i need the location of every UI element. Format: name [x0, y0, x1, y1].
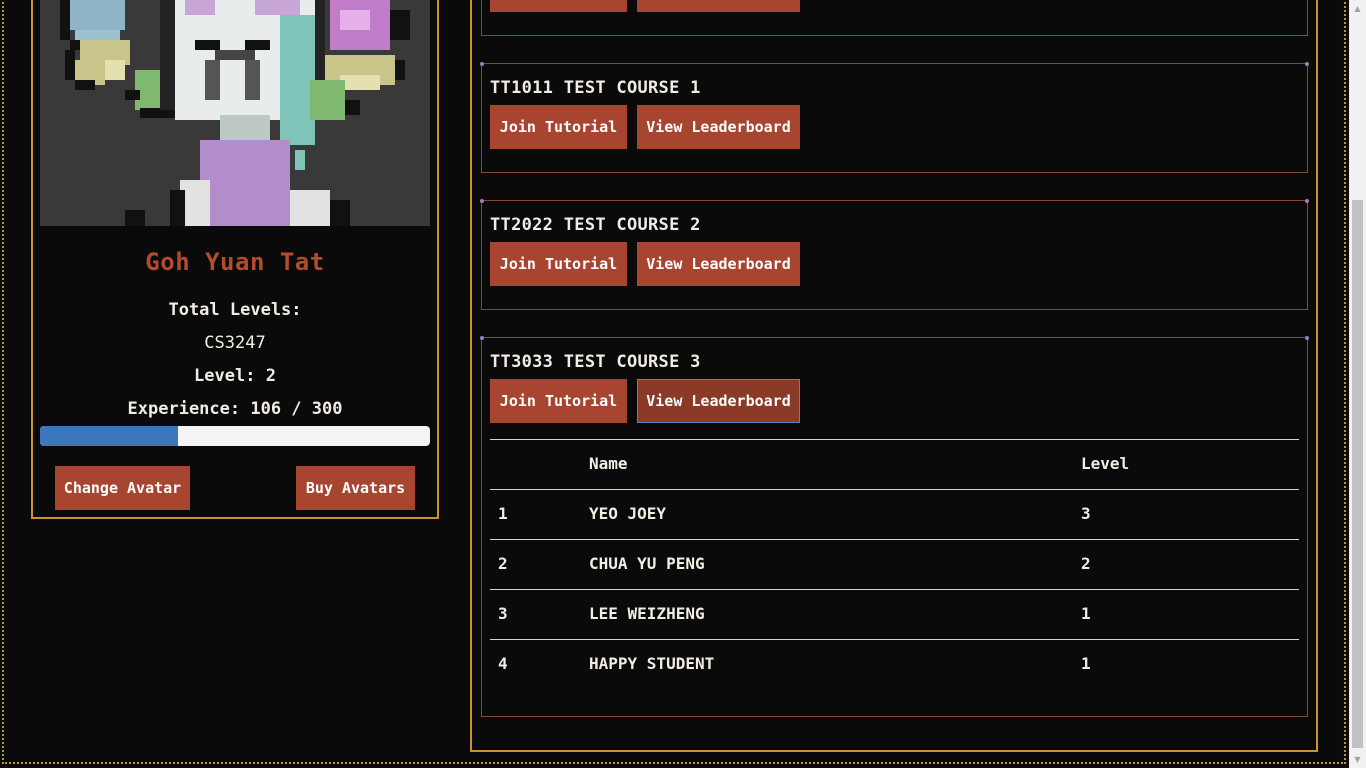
row-rank: 1 — [498, 504, 508, 523]
row-name: YEO JOEY — [589, 504, 667, 523]
view-leaderboard-button-partial[interactable] — [637, 0, 800, 12]
course-code: CS3247 — [204, 333, 266, 353]
row-rank: 2 — [498, 554, 508, 573]
table-divider — [490, 489, 1299, 490]
level-text: Level: 2 — [194, 366, 276, 386]
view-leaderboard-button[interactable]: View Leaderboard — [637, 105, 800, 149]
row-level: 1 — [1081, 654, 1091, 673]
join-tutorial-button[interactable]: Join Tutorial — [490, 379, 627, 423]
table-divider — [490, 589, 1299, 590]
join-tutorial-button[interactable]: Join Tutorial — [490, 242, 627, 286]
row-level: 1 — [1081, 604, 1091, 623]
row-name: CHUA YU PENG — [589, 554, 705, 573]
table-divider — [490, 639, 1299, 640]
table-divider — [490, 539, 1299, 540]
row-level: 2 — [1081, 554, 1091, 573]
experience-progress-fill — [40, 426, 178, 446]
scrollbar-thumb[interactable] — [1352, 200, 1363, 748]
change-avatar-button[interactable]: Change Avatar — [55, 466, 190, 510]
scroll-up-arrow-icon[interactable]: ▲ — [1349, 0, 1366, 17]
course-title: TT3033 TEST COURSE 3 — [490, 352, 701, 372]
view-leaderboard-button[interactable]: View Leaderboard — [637, 379, 800, 423]
row-rank: 3 — [498, 604, 508, 623]
player-name: Goh Yuan Tat — [145, 248, 325, 276]
row-name: LEE WEIZHENG — [589, 604, 705, 623]
join-tutorial-button-partial[interactable] — [490, 0, 627, 12]
header-name: Name — [589, 454, 628, 473]
experience-progress-bar — [40, 426, 430, 446]
avatar-image — [40, 0, 430, 226]
buy-avatars-button[interactable]: Buy Avatars — [296, 466, 415, 510]
header-level: Level — [1081, 454, 1130, 473]
total-levels-label: Total Levels: — [168, 300, 302, 320]
join-tutorial-button[interactable]: Join Tutorial — [490, 105, 627, 149]
view-leaderboard-button[interactable]: View Leaderboard — [637, 242, 800, 286]
row-level: 3 — [1081, 504, 1091, 523]
table-divider — [490, 439, 1299, 440]
experience-text: Experience: 106 / 300 — [127, 399, 343, 419]
row-rank: 4 — [498, 654, 508, 673]
course-title: TT2022 TEST COURSE 2 — [490, 215, 701, 235]
row-name: HAPPY STUDENT — [589, 654, 715, 673]
scroll-down-arrow-icon[interactable]: ▼ — [1349, 751, 1366, 768]
course-title: TT1011 TEST COURSE 1 — [490, 78, 701, 98]
